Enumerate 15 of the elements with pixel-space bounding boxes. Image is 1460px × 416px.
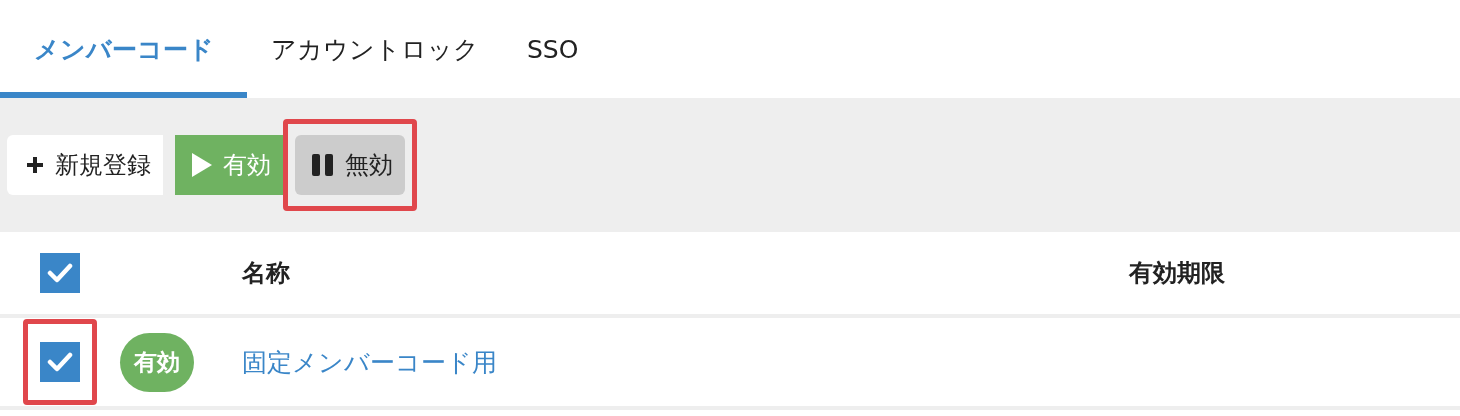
tab[interactable]: SSO xyxy=(503,0,603,98)
plus-icon xyxy=(25,155,45,175)
add-button[interactable]: 新規登録 xyxy=(7,135,163,195)
check-icon xyxy=(47,352,73,372)
tab[interactable]: アカウントロック xyxy=(247,0,503,98)
disable-button[interactable]: 無効 xyxy=(295,135,405,195)
select-all-checkbox[interactable] xyxy=(40,253,80,293)
name-link[interactable]: 固定メンバーコード用 xyxy=(242,347,497,377)
row-checkbox[interactable] xyxy=(40,342,80,382)
column-header: 名称 xyxy=(242,259,290,287)
pause-icon xyxy=(311,153,335,177)
check-icon xyxy=(47,263,73,283)
column-header: 有効期限 xyxy=(1129,259,1225,287)
play-icon xyxy=(191,152,213,178)
status-badge: 有効 xyxy=(120,332,194,392)
